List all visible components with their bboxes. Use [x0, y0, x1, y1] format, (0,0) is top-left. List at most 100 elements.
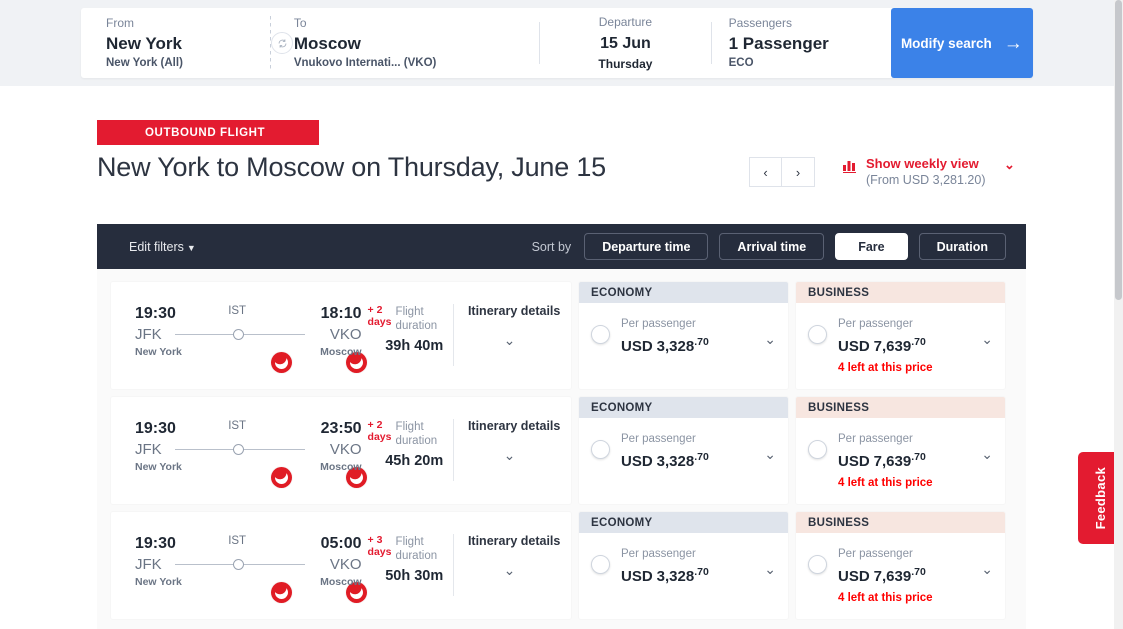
sort-departure-time-button[interactable]: Departure time	[584, 233, 709, 260]
passengers-label: Passengers	[728, 15, 792, 30]
business-cabin-header: BUSINESS	[796, 512, 1005, 533]
itinerary-details-toggle[interactable]: Itinerary details ⌄	[452, 534, 571, 596]
plus-days-badge: + 2 days	[368, 419, 394, 443]
chevron-down-icon[interactable]: ⌄	[981, 331, 993, 348]
itinerary-details-label: Itinerary details	[467, 304, 561, 318]
filter-sort-bar: Edit filters ▼ Sort by Departure time Arr…	[97, 224, 1026, 269]
arrival-time: 18:10	[320, 305, 362, 322]
arrival-time: 05:00	[320, 535, 362, 552]
connection-airport: IST	[228, 305, 247, 317]
edit-filters-button[interactable]: Edit filters ▼	[129, 240, 196, 254]
chevron-down-icon[interactable]: ⌄	[764, 561, 776, 578]
per-passenger-label: Per passenger	[838, 433, 913, 445]
page-scrollbar[interactable]	[1114, 0, 1123, 629]
economy-fare-body: Per passenger USD 3,328.70 ⌄	[579, 418, 788, 504]
plus-days-badge: + 3 days	[368, 534, 394, 558]
economy-fare-card[interactable]: ECONOMY Per passenger USD 3,328.70 ⌄	[579, 512, 788, 619]
plus-days-badge: + 2 days	[368, 304, 394, 328]
seats-left-warning: 4 left at this price	[838, 592, 933, 604]
swap-icon[interactable]	[271, 32, 293, 54]
amount: 3,328	[656, 453, 695, 470]
seats-left-warning: 4 left at this price	[838, 477, 933, 489]
cents: .70	[694, 336, 709, 348]
flight-row: 19:30 JFK New York IST 05:00 VKO Moscow …	[111, 512, 1012, 619]
from-city: New York	[106, 33, 182, 53]
itinerary-details-label: Itinerary details	[467, 534, 561, 548]
business-fare-card[interactable]: BUSINESS Per passenger USD 7,639.70 4 lef…	[796, 282, 1005, 389]
sort-arrival-time-button[interactable]: Arrival time	[719, 233, 825, 260]
economy-price-block: Per passenger USD 3,328.70	[621, 547, 709, 619]
modify-search-button[interactable]: Modify search →	[890, 8, 1034, 78]
passengers-value: 1 Passenger	[728, 33, 829, 53]
previous-day-button[interactable]: ‹	[749, 157, 782, 187]
scrollbar-thumb[interactable]	[1115, 0, 1122, 300]
amount: 7,639	[873, 568, 912, 585]
departure-leg: 19:30 JFK New York	[111, 534, 183, 589]
sort-duration-button[interactable]: Duration	[918, 233, 1006, 260]
from-field[interactable]: From New York New York (All)	[81, 8, 270, 78]
cents: .70	[694, 451, 709, 463]
show-weekly-view-toggle[interactable]: Show weekly view (From USD 3,281.20)	[843, 155, 985, 189]
departure-leg: 19:30 JFK New York	[111, 304, 183, 359]
business-select-radio[interactable]	[808, 325, 827, 344]
business-cabin-header: BUSINESS	[796, 282, 1005, 303]
business-fare-card[interactable]: BUSINESS Per passenger USD 7,639.70 4 lef…	[796, 397, 1005, 504]
departure-month: Jun	[622, 34, 651, 52]
airline-logo-icon	[271, 582, 293, 603]
flight-summary-card[interactable]: 19:30 JFK New York IST 18:10 VKO Moscow …	[111, 282, 571, 389]
chevron-down-icon[interactable]: ⌄	[764, 331, 776, 348]
flight-results-list: 19:30 JFK New York IST 18:10 VKO Moscow …	[97, 269, 1026, 619]
economy-select-radio[interactable]	[591, 325, 610, 344]
economy-fare-body: Per passenger USD 3,328.70 ⌄	[579, 533, 788, 619]
chevron-down-icon[interactable]: ⌄	[1004, 157, 1015, 173]
amount: 7,639	[873, 453, 912, 470]
arrival-city: Moscow	[320, 461, 362, 473]
flight-summary-card[interactable]: 19:30 JFK New York IST 23:50 VKO Moscow …	[111, 397, 571, 504]
per-passenger-label: Per passenger	[621, 548, 696, 560]
itinerary-details-toggle[interactable]: Itinerary details ⌄	[452, 419, 571, 481]
flight-summary-card[interactable]: 19:30 JFK New York IST 05:00 VKO Moscow …	[111, 512, 571, 619]
departure-date: 15 Jun	[600, 34, 651, 54]
stopover-dot	[233, 559, 245, 570]
sort-controls: Sort by Departure time Arrival time Fare…	[532, 233, 1006, 260]
cents: .70	[694, 566, 709, 578]
cents: .70	[911, 336, 926, 348]
business-fare-card[interactable]: BUSINESS Per passenger USD 7,639.70 4 lef…	[796, 512, 1005, 619]
departure-field[interactable]: Departure 15 Jun Thursday	[540, 8, 710, 78]
itinerary-details-toggle[interactable]: Itinerary details ⌄	[452, 304, 571, 366]
per-passenger-label: Per passenger	[838, 318, 913, 330]
arrival-airport-code: VKO	[329, 556, 362, 573]
economy-fare-card[interactable]: ECONOMY Per passenger USD 3,328.70 ⌄	[579, 282, 788, 389]
amount: 3,328	[656, 338, 695, 355]
departure-weekday: Thursday	[598, 56, 653, 71]
business-select-radio[interactable]	[808, 555, 827, 574]
passengers-field[interactable]: Passengers 1 Passenger ECO	[712, 8, 891, 78]
chevron-down-icon[interactable]: ⌄	[981, 561, 993, 578]
business-fare-body: Per passenger USD 7,639.70 4 left at this…	[796, 303, 1005, 389]
plus-days-unit: days	[367, 316, 392, 328]
economy-select-radio[interactable]	[591, 555, 610, 574]
stopover-dot	[233, 329, 245, 340]
business-price-block: Per passenger USD 7,639.70 4 left at this…	[838, 547, 933, 619]
arrow-right-icon: →	[1003, 32, 1023, 54]
flight-duration-label: Flight duration	[395, 421, 438, 447]
business-price: USD 7,639.70	[838, 332, 933, 357]
chevron-down-icon[interactable]: ⌄	[764, 446, 776, 463]
stopover-dot	[233, 444, 245, 455]
next-day-button[interactable]: ›	[782, 157, 815, 187]
connection-airport: IST	[228, 535, 247, 547]
from-label: From	[106, 15, 134, 30]
from-airport: New York (All)	[106, 56, 183, 69]
business-select-radio[interactable]	[808, 440, 827, 459]
to-field[interactable]: To Moscow Vnukovo Internati... (VKO)	[271, 8, 539, 78]
route-path: IST	[175, 304, 368, 373]
economy-fare-card[interactable]: ECONOMY Per passenger USD 3,328.70 ⌄	[579, 397, 788, 504]
to-airport-name: Vnukovo Internati...	[293, 56, 401, 69]
chevron-down-icon[interactable]: ⌄	[981, 446, 993, 463]
sort-by-label: Sort by	[531, 239, 572, 254]
to-label: To	[293, 15, 307, 30]
economy-select-radio[interactable]	[591, 440, 610, 459]
economy-cabin-header: ECONOMY	[579, 512, 788, 533]
arrival-time: 23:50	[320, 420, 362, 437]
sort-fare-button[interactable]: Fare	[835, 233, 908, 260]
